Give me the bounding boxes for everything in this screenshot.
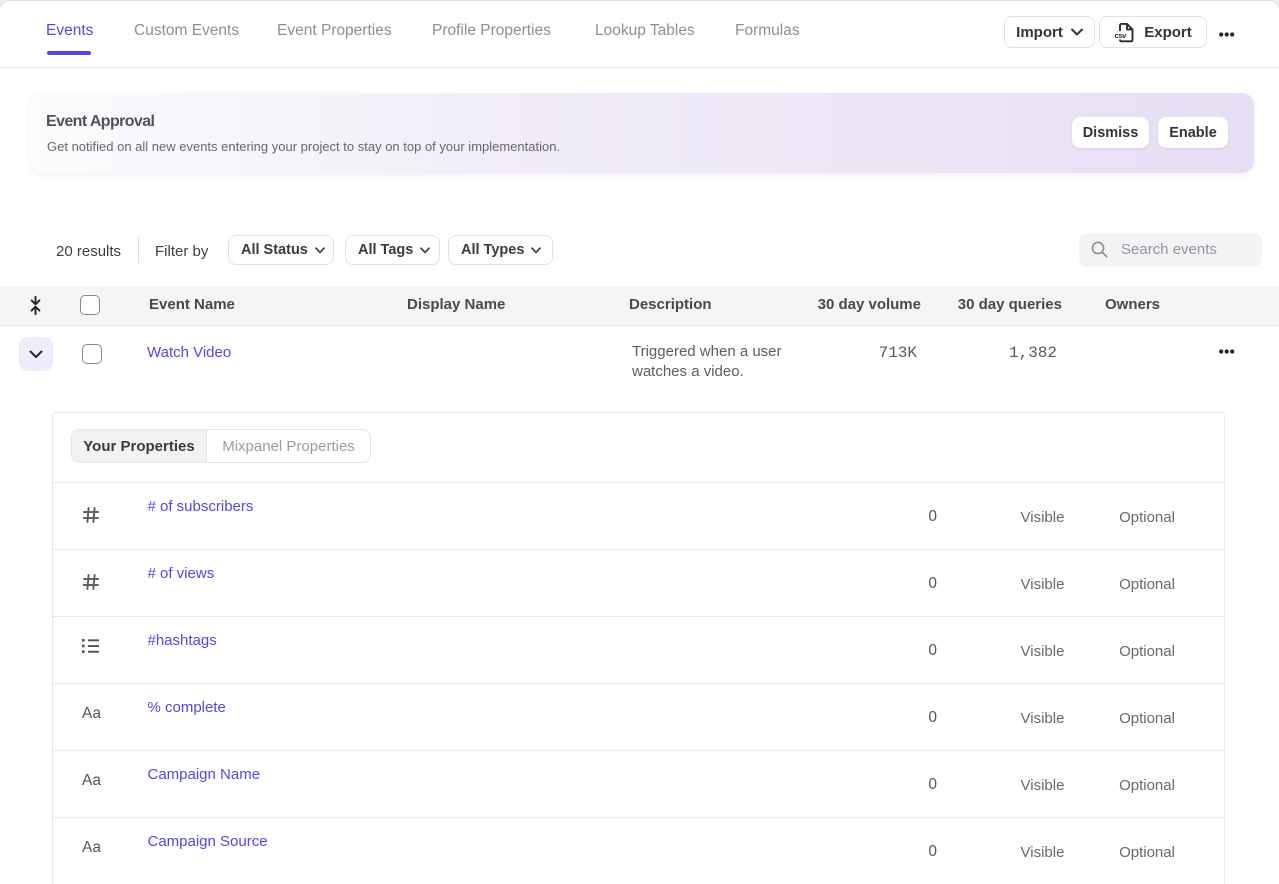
svg-text:csv: csv bbox=[1115, 31, 1128, 40]
